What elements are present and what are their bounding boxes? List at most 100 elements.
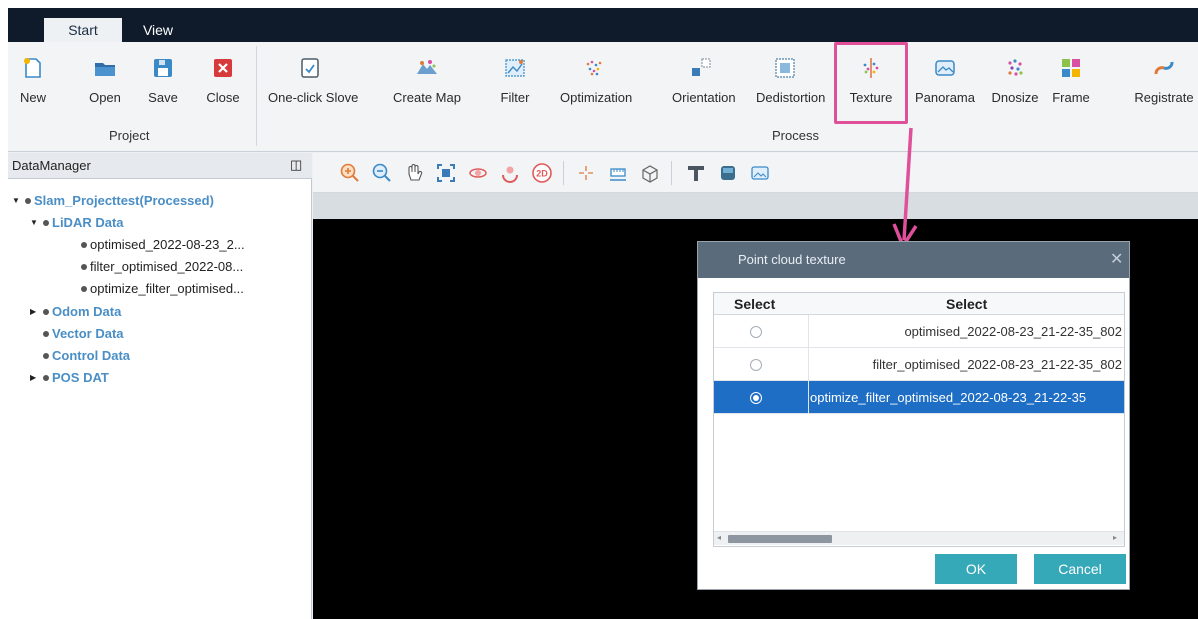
registrate-button[interactable]: Registrate xyxy=(1134,50,1194,116)
open-label: Open xyxy=(89,90,121,105)
tree-node-label: Control Data xyxy=(52,348,130,363)
close-button[interactable]: Close xyxy=(206,50,240,116)
tree-node[interactable]: ▶ Odom Data xyxy=(8,303,308,321)
open-folder-icon xyxy=(95,63,115,76)
row-radio-button[interactable] xyxy=(750,326,762,338)
tree-node[interactable]: filter_optimised_2022-08... xyxy=(8,258,308,276)
tree-node[interactable]: ▶ POS DAT xyxy=(8,369,308,387)
zoom-out-icon[interactable] xyxy=(371,162,393,184)
scroll-right-arrow-icon[interactable]: ▸ xyxy=(1113,533,1117,542)
cell-divider xyxy=(808,348,809,381)
node-bullet-icon xyxy=(43,353,49,359)
table-row[interactable]: optimised_2022-08-23_21-22-35_802 xyxy=(714,315,1124,348)
color-icon[interactable] xyxy=(717,162,739,184)
denoise-label: Dnosize xyxy=(991,90,1039,105)
texture-highlight-box xyxy=(834,42,908,124)
cell-divider xyxy=(808,381,809,414)
scroll-left-arrow-icon[interactable]: ◂ xyxy=(717,533,721,542)
optimization-button[interactable]: Optimization xyxy=(560,50,632,116)
one-click-icon xyxy=(301,58,319,78)
scrollbar-thumb[interactable] xyxy=(728,535,832,543)
close-icon xyxy=(214,59,232,77)
dedistortion-label: Dedistortion xyxy=(756,90,826,105)
panorama-button[interactable]: Panorama xyxy=(915,50,975,116)
tree-node[interactable]: Vector Data xyxy=(8,325,308,343)
save-label: Save xyxy=(148,90,178,105)
tab-view[interactable]: View xyxy=(132,18,184,42)
tree-node[interactable]: Control Data xyxy=(8,347,308,365)
tree-node-label: Odom Data xyxy=(52,304,122,319)
tree-node-label: Vector Data xyxy=(52,326,124,341)
denoise-button[interactable]: Dnosize xyxy=(992,50,1038,116)
new-button[interactable]: New xyxy=(18,50,48,116)
horizontal-scrollbar[interactable]: ◂ ▸ xyxy=(714,531,1124,545)
expand-arrow-icon[interactable]: ▶ xyxy=(30,369,40,387)
point-pick-icon[interactable] xyxy=(575,162,597,184)
denoise-icon xyxy=(1008,59,1023,76)
tree-node[interactable]: optimised_2022-08-23_2... xyxy=(8,236,308,254)
tree-node-label: POS DAT xyxy=(52,370,109,385)
tab-start[interactable]: Start xyxy=(44,18,122,42)
new-file-icon xyxy=(24,58,41,78)
project-group-label: Project xyxy=(109,128,150,143)
orientation-icon xyxy=(692,58,711,76)
open-button[interactable]: Open xyxy=(89,50,121,116)
data-manager-title: DataManager xyxy=(12,158,91,173)
toolbar-divider xyxy=(671,161,672,185)
orbit-icon[interactable] xyxy=(499,162,521,184)
frame-icon xyxy=(1062,59,1080,77)
tree-node-label: LiDAR Data xyxy=(52,215,124,230)
tree-node[interactable]: ▼ LiDAR Data xyxy=(8,214,308,232)
orientation-button[interactable]: Orientation xyxy=(672,50,736,116)
tree-node[interactable]: optimize_filter_optimised... xyxy=(8,280,308,298)
table-header-row: Select Select xyxy=(714,293,1124,315)
ok-button[interactable]: OK xyxy=(935,554,1017,584)
save-icon xyxy=(154,59,172,77)
name-column-header: Select xyxy=(946,296,988,312)
data-manager-panel: DataManager ◫ ▼ Slam_Projecttest(Processe… xyxy=(8,153,312,619)
frame-label: Frame xyxy=(1052,90,1090,105)
fit-view-icon[interactable] xyxy=(435,162,457,184)
filter-button[interactable]: Filter xyxy=(498,50,532,116)
create-map-label: Create Map xyxy=(393,90,461,105)
cancel-button[interactable]: Cancel xyxy=(1034,554,1126,584)
pan-hand-icon[interactable] xyxy=(403,162,425,184)
2d-view-icon[interactable]: 2D xyxy=(531,162,553,184)
collapse-arrow-icon[interactable]: ▼ xyxy=(12,192,22,210)
dedistortion-button[interactable]: Dedistortion xyxy=(756,50,825,116)
elevation-icon[interactable] xyxy=(685,162,707,184)
frame-button[interactable]: Frame xyxy=(1052,50,1090,116)
registrate-icon xyxy=(1154,61,1174,75)
panorama-label: Panorama xyxy=(915,90,975,105)
process-group-label: Process xyxy=(772,128,819,143)
tree-node[interactable]: ▼ Slam_Projecttest(Processed) xyxy=(8,192,308,210)
row-radio-button-checked[interactable] xyxy=(750,392,762,404)
one-click-solve-button[interactable]: One-click Slove xyxy=(268,50,358,116)
box-select-icon[interactable] xyxy=(639,162,661,184)
expand-arrow-icon[interactable]: ▶ xyxy=(30,303,40,321)
table-row-selected[interactable]: optimize_filter_optimised_2022-08-23_21-… xyxy=(714,381,1124,414)
pin-icon[interactable]: ◫ xyxy=(290,157,302,173)
zoom-in-icon[interactable] xyxy=(339,162,361,184)
tree-node-label: optimised_2022-08-23_2... xyxy=(90,237,245,252)
point-cloud-texture-dialog: Point cloud texture ✕ Select Select opti… xyxy=(697,241,1130,590)
save-button[interactable]: Save xyxy=(148,50,178,116)
row-radio-button[interactable] xyxy=(750,359,762,371)
node-bullet-icon xyxy=(43,220,49,226)
rotate-icon[interactable] xyxy=(467,162,489,184)
tree-node-label: filter_optimised_2022-08... xyxy=(90,259,244,274)
measure-icon[interactable] xyxy=(607,162,629,184)
data-manager-header: DataManager ◫ xyxy=(8,153,312,179)
optimization-label: Optimization xyxy=(560,90,633,105)
table-row[interactable]: filter_optimised_2022-08-23_21-22-35_802 xyxy=(714,348,1124,381)
screenshot-icon[interactable] xyxy=(749,162,771,184)
new-label: New xyxy=(19,90,46,105)
filter-label: Filter xyxy=(500,90,530,105)
dialog-close-icon[interactable]: ✕ xyxy=(1110,249,1123,269)
collapse-arrow-icon[interactable]: ▼ xyxy=(30,214,40,232)
view-tab-strip xyxy=(313,193,1198,219)
dialog-title-bar: Point cloud texture ✕ xyxy=(698,242,1129,278)
create-map-button[interactable]: Create Map xyxy=(393,50,461,116)
create-map-icon xyxy=(417,60,437,74)
group-divider xyxy=(256,46,257,146)
